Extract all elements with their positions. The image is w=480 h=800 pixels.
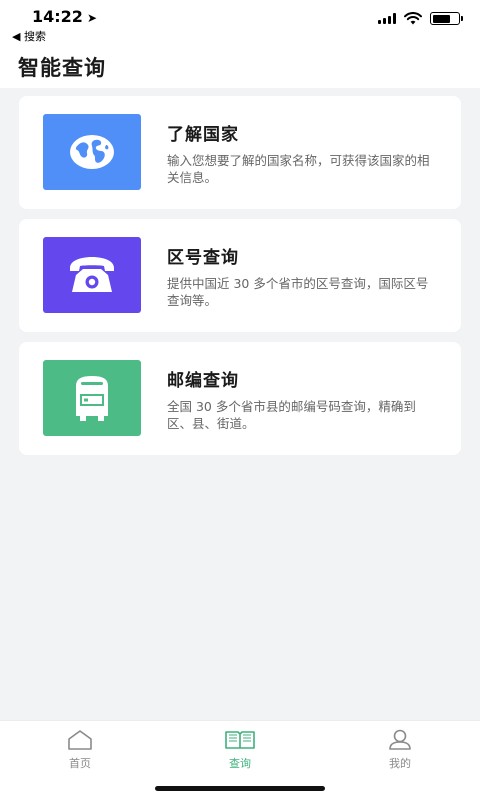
card-country-info[interactable]: 了解国家 输入您想要了解的国家名称，可获得该国家的相关信息。 xyxy=(19,96,461,209)
page-title: 智能查询 xyxy=(18,56,106,80)
status-bar: 14:22 ➤ ◀ 搜索 xyxy=(0,0,480,44)
mailbox-icon xyxy=(76,376,108,421)
card-title: 了解国家 xyxy=(167,125,239,145)
location-arrow-icon: ➤ xyxy=(86,11,97,25)
tab-home[interactable]: 首页 xyxy=(40,729,120,781)
card-description: 输入您想要了解的国家名称，可获得该国家的相关信息。 xyxy=(167,153,430,185)
tab-mine[interactable]: 我的 xyxy=(360,729,440,781)
battery-icon xyxy=(430,12,463,25)
telephone-icon xyxy=(70,257,114,292)
tab-label: 首页 xyxy=(69,757,91,770)
card-description: 全国 30 多个省市县的邮编号码查询，精确到区、县、街道。 xyxy=(167,399,416,431)
card-title: 邮编查询 xyxy=(167,371,239,391)
card-icon-tile xyxy=(43,114,141,190)
battery-level xyxy=(432,14,450,23)
book-icon xyxy=(225,731,255,749)
header: 智能查询 xyxy=(0,44,480,88)
tab-query[interactable]: 查询 xyxy=(200,729,280,781)
user-icon xyxy=(389,729,411,750)
wifi-icon xyxy=(404,12,422,25)
system-icons xyxy=(378,12,463,25)
card-postal-code[interactable]: 邮编查询 全国 30 多个省市县的邮编号码查询，精确到区、县、街道。 xyxy=(19,342,461,455)
status-time: 14:22 ➤ xyxy=(32,7,97,26)
screen: 14:22 ➤ ◀ 搜索 智能查询 了解国家 输入您想要了解的国家名称，可获得该… xyxy=(0,0,480,800)
signal-icon xyxy=(378,13,396,24)
home-indicator xyxy=(155,786,325,791)
card-icon-tile xyxy=(43,360,141,436)
query-card-list: 了解国家 输入您想要了解的国家名称，可获得该国家的相关信息。 区号查询 提供中国… xyxy=(19,96,461,465)
card-description: 提供中国近 30 多个省市的区号查询，国际区号查询等。 xyxy=(167,276,429,308)
home-icon xyxy=(68,730,92,750)
card-title: 区号查询 xyxy=(167,248,239,268)
time-text: 14:22 xyxy=(32,7,83,26)
back-to-search-link[interactable]: ◀ 搜索 xyxy=(12,28,46,44)
card-area-code[interactable]: 区号查询 提供中国近 30 多个省市的区号查询，国际区号查询等。 xyxy=(19,219,461,332)
card-icon-tile xyxy=(43,237,141,313)
tab-label: 我的 xyxy=(389,757,411,770)
globe-icon xyxy=(70,135,114,169)
tab-label: 查询 xyxy=(229,757,251,770)
